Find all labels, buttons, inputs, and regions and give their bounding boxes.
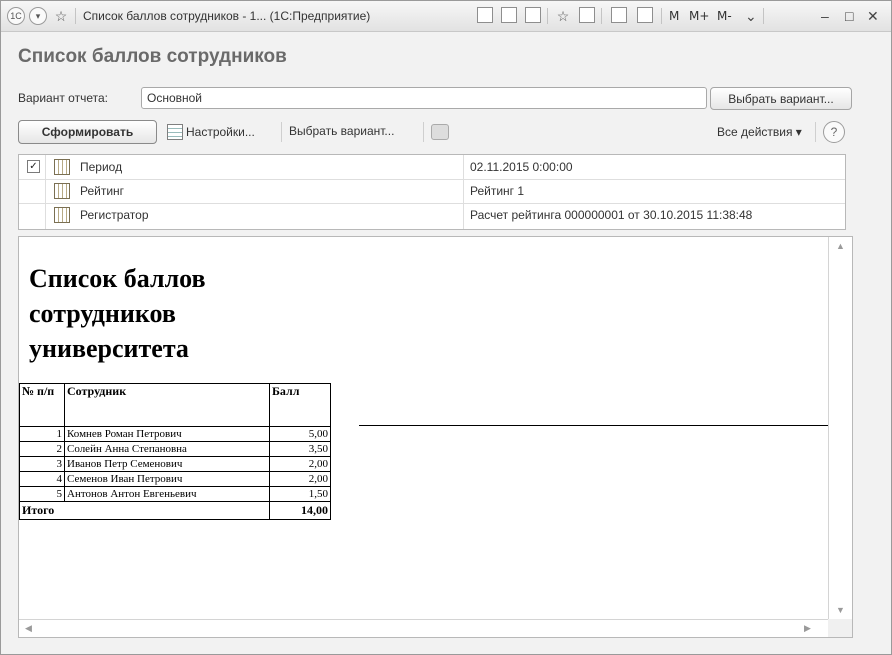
- row-score: 2,00: [269, 456, 331, 472]
- print-icon[interactable]: [501, 7, 517, 23]
- close-icon[interactable]: ✕: [867, 7, 879, 25]
- report-title-line: Список баллов: [29, 264, 206, 293]
- row-score: 1,50: [269, 486, 331, 502]
- table-row: 4 Семенов Иван Петрович 2,00: [19, 471, 331, 487]
- report-title: Список баллов сотрудников университета: [29, 261, 349, 366]
- report-form: Список баллов сотрудников Вариант отчета…: [11, 32, 881, 652]
- minimize-icon[interactable]: –: [821, 7, 829, 25]
- memory-minus-button[interactable]: M-: [717, 7, 732, 25]
- row-employee: Семенов Иван Петрович: [64, 471, 270, 487]
- favorite-star-icon[interactable]: ☆: [53, 7, 69, 25]
- row-num: 3: [19, 456, 65, 472]
- parameter-icon: [54, 207, 70, 223]
- row-employee: Антонов Антон Евгеньевич: [64, 486, 270, 502]
- choose-variant-button[interactable]: Выбрать вариант...: [710, 87, 852, 110]
- toolbar-separator: [423, 122, 424, 142]
- table-row: 3 Иванов Петр Семенович 2,00: [19, 456, 331, 472]
- app-window: 1С ▾ ☆ Список баллов сотрудников - 1... …: [0, 0, 892, 655]
- parameter-name: Регистратор: [80, 208, 149, 222]
- settings-label: Настройки...: [186, 125, 255, 139]
- total-label: Итого: [19, 501, 270, 520]
- parameter-checkbox[interactable]: ✓: [27, 160, 40, 173]
- parameter-icon: [54, 183, 70, 199]
- parameter-name: Период: [80, 160, 123, 174]
- memory-plus-button[interactable]: M+: [689, 7, 709, 25]
- column-header-employee: Сотрудник: [64, 383, 270, 427]
- variant-input[interactable]: Основной: [141, 87, 707, 109]
- parameter-row[interactable]: ✓ Период 02.11.2015 0:00:00: [19, 155, 845, 180]
- toolbar-choose-variant-button[interactable]: Выбрать вариант...: [289, 124, 394, 138]
- parameter-value[interactable]: Рейтинг 1: [470, 184, 524, 198]
- scroll-right-icon[interactable]: ▶: [804, 623, 811, 634]
- report-title-line: университета: [29, 334, 189, 363]
- parameter-value[interactable]: 02.11.2015 0:00:00: [470, 160, 573, 174]
- total-row: Итого 14,00: [19, 501, 331, 520]
- row-score: 3,50: [269, 441, 331, 457]
- row-employee: Иванов Петр Семенович: [64, 456, 270, 472]
- horizontal-scrollbar[interactable]: ◀ ▶: [19, 619, 828, 637]
- variant-label: Вариант отчета:: [18, 91, 108, 105]
- vertical-scrollbar[interactable]: ▲ ▼: [828, 237, 852, 619]
- total-score: 14,00: [269, 501, 331, 520]
- chevron-down-icon[interactable]: ⌄: [745, 7, 757, 25]
- window-title: Список баллов сотрудников - 1... (1С:Пре…: [83, 9, 371, 23]
- help-button[interactable]: ?: [823, 121, 845, 143]
- row-num: 5: [19, 486, 65, 502]
- preview-icon[interactable]: [525, 7, 541, 23]
- toolbar-separator: [815, 122, 816, 142]
- title-separator: [661, 8, 662, 24]
- row-num: 1: [19, 426, 65, 442]
- grid-line: [359, 425, 835, 426]
- parameter-icon: [54, 159, 70, 175]
- title-separator: [601, 8, 602, 24]
- row-score: 2,00: [269, 471, 331, 487]
- favorites-list-icon[interactable]: [579, 7, 595, 23]
- table-row: 1 Комнев Роман Петрович 5,00: [19, 426, 331, 442]
- save-icon[interactable]: [477, 7, 493, 23]
- add-favorite-icon[interactable]: ☆: [555, 7, 571, 25]
- main-menu-button[interactable]: ▾: [29, 7, 47, 25]
- parameter-name: Рейтинг: [80, 184, 125, 198]
- memory-button[interactable]: M: [669, 7, 679, 25]
- row-employee: Комнев Роман Петрович: [64, 426, 270, 442]
- generate-button[interactable]: Сформировать: [18, 120, 157, 144]
- title-separator: [547, 8, 548, 24]
- column-header-score: Балл: [269, 383, 331, 427]
- page-title: Список баллов сотрудников: [18, 46, 287, 67]
- report-document[interactable]: Список баллов сотрудников университета №…: [18, 236, 853, 638]
- parameter-row[interactable]: Регистратор Расчет рейтинга 000000001 от…: [19, 203, 845, 227]
- print-icon[interactable]: [431, 124, 449, 140]
- report-title-line: сотрудников: [29, 299, 176, 328]
- maximize-icon[interactable]: □: [845, 7, 853, 25]
- calculator-icon[interactable]: [611, 7, 627, 23]
- title-bar: 1С ▾ ☆ Список баллов сотрудников - 1... …: [1, 1, 891, 32]
- table-header-row: № п/п Сотрудник Балл: [19, 383, 331, 427]
- scroll-corner: [828, 619, 852, 637]
- title-separator: [763, 8, 764, 24]
- column-header-num: № п/п: [19, 383, 65, 427]
- parameter-row[interactable]: Рейтинг Рейтинг 1: [19, 179, 845, 204]
- settings-button[interactable]: Настройки...: [167, 124, 255, 140]
- scroll-up-icon[interactable]: ▲: [836, 241, 845, 251]
- variant-value: Основной: [147, 91, 203, 105]
- row-score: 5,00: [269, 426, 331, 442]
- row-num: 4: [19, 471, 65, 487]
- row-num: 2: [19, 441, 65, 457]
- report-parameters-table: ✓ Период 02.11.2015 0:00:00 Рейтинг Рейт…: [18, 154, 846, 230]
- row-employee: Солейн Анна Степановна: [64, 441, 270, 457]
- scroll-left-icon[interactable]: ◀: [25, 623, 32, 634]
- calendar-icon[interactable]: [637, 7, 653, 23]
- scroll-down-icon[interactable]: ▼: [836, 605, 845, 615]
- title-separator: [75, 8, 76, 24]
- scores-table: № п/п Сотрудник Балл 1 Комнев Роман Петр…: [19, 383, 331, 520]
- all-actions-menu[interactable]: Все действия ▾: [717, 125, 802, 139]
- app-logo-icon[interactable]: 1С: [7, 7, 25, 25]
- table-row: 5 Антонов Антон Евгеньевич 1,50: [19, 486, 331, 502]
- table-row: 2 Солейн Анна Степановна 3,50: [19, 441, 331, 457]
- parameter-value[interactable]: Расчет рейтинга 000000001 от 30.10.2015 …: [470, 208, 752, 222]
- toolbar-separator: [281, 122, 282, 142]
- settings-icon: [167, 124, 183, 140]
